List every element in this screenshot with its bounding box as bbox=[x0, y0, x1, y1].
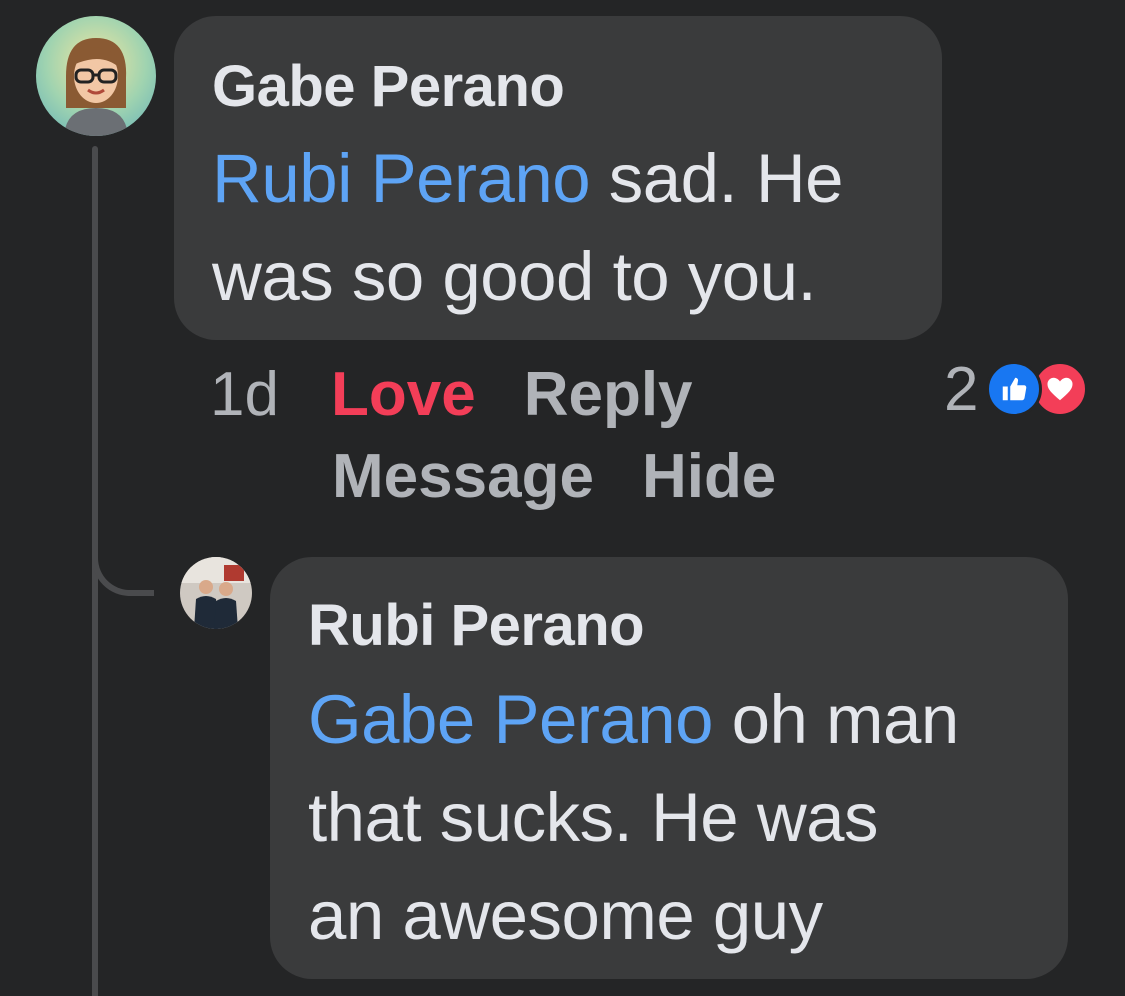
reply-button[interactable]: Reply bbox=[524, 354, 693, 436]
reaction-count: 2 bbox=[944, 354, 979, 424]
comment-author-name[interactable]: Gabe Perano bbox=[212, 52, 906, 122]
reply-bubble: Rubi Perano Gabe Perano oh man that suck… bbox=[270, 557, 1068, 979]
hide-button[interactable]: Hide bbox=[642, 436, 776, 518]
comment-text: Rubi Perano sad. He was so good to you. bbox=[212, 130, 906, 326]
reply-text-line1: oh man bbox=[712, 681, 960, 758]
comment-text-line1: sad. He bbox=[590, 140, 844, 217]
reply-text-line3: an awesome guy bbox=[308, 877, 823, 954]
avatar-photo-icon bbox=[180, 557, 252, 629]
reply-text: Gabe Perano oh man that sucks. He was an… bbox=[308, 671, 1032, 965]
reply-author-name[interactable]: Rubi Perano bbox=[308, 591, 1032, 661]
commenter-avatar[interactable] bbox=[36, 16, 156, 136]
comment-timestamp[interactable]: 1d bbox=[210, 354, 279, 436]
thread-reply-connector bbox=[92, 530, 154, 596]
avatar-portrait-icon bbox=[36, 16, 156, 136]
comment-actions: 1d Love Reply Message Hide bbox=[210, 354, 830, 518]
message-button[interactable]: Message bbox=[332, 436, 594, 518]
comment-text-line2: was so good to you. bbox=[212, 238, 817, 315]
mention-link[interactable]: Rubi Perano bbox=[212, 140, 591, 217]
love-button[interactable]: Love bbox=[331, 354, 476, 436]
mention-link[interactable]: Gabe Perano bbox=[308, 681, 713, 758]
reply-text-line2: that sucks. He was bbox=[308, 779, 879, 856]
comment-thread: Gabe Perano Rubi Perano sad. He was so g… bbox=[0, 0, 1125, 996]
comment-bubble: Gabe Perano Rubi Perano sad. He was so g… bbox=[174, 16, 942, 340]
reaction-summary[interactable]: 2 bbox=[944, 354, 1089, 424]
like-icon bbox=[986, 361, 1043, 417]
reply-avatar[interactable] bbox=[180, 557, 252, 629]
